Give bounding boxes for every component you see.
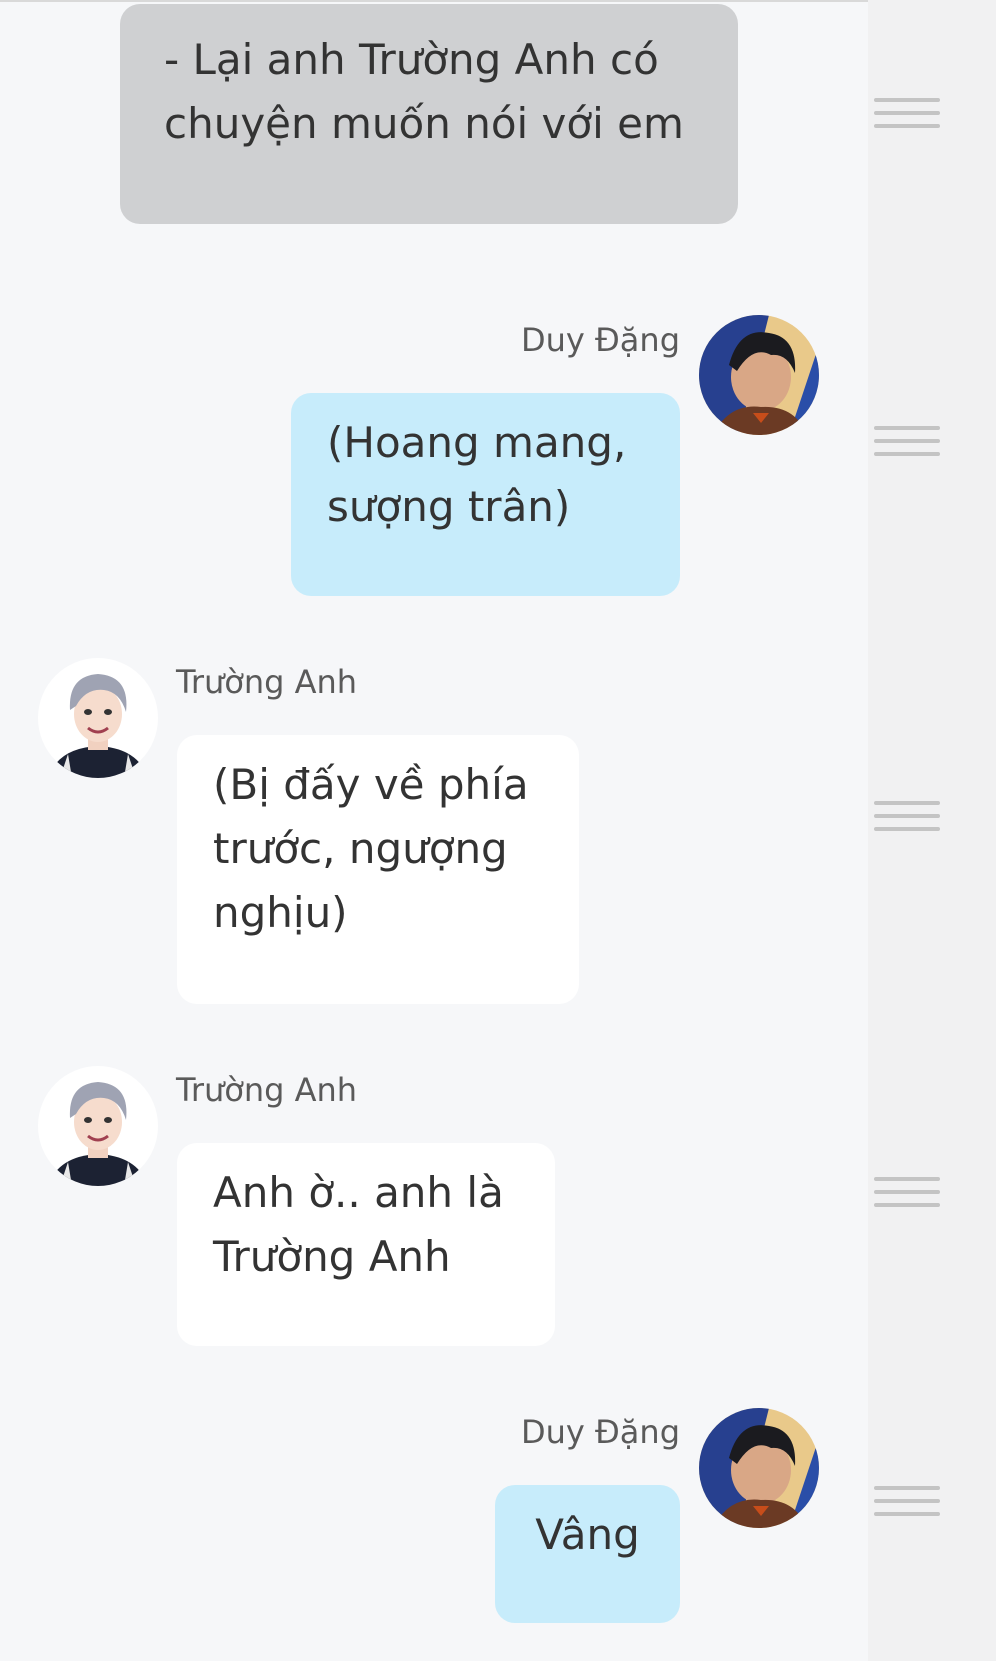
top-divider [0,0,996,2]
other-message-bubble[interactable]: (Bị đấy về phía trước, ngượng nghịu) [177,735,579,1004]
other-message-bubble[interactable]: Anh ờ.. anh là Trường Anh [177,1143,555,1346]
avatar-duy-dang[interactable] [699,315,819,435]
avatar-other-image [38,658,158,778]
narration-bubble[interactable]: - Lại anh Trường Anh có chuyện muốn nói … [120,4,738,224]
avatar-other-image [38,1066,158,1186]
self-message-bubble[interactable]: Vâng [495,1485,680,1623]
sender-name: Duy Đặng [520,1413,680,1451]
drag-handle-icon[interactable] [874,801,940,835]
sender-name: Trường Anh [176,663,358,701]
sender-name: Trường Anh [176,1071,358,1109]
chat-screen: - Lại anh Trường Anh có chuyện muốn nói … [0,0,996,1661]
avatar-truong-anh[interactable] [38,658,158,778]
drag-handle-icon[interactable] [874,426,940,460]
drag-handle-icon[interactable] [874,1486,940,1520]
sender-name: Duy Đặng [520,321,680,359]
avatar-self-image [699,315,819,435]
avatar-duy-dang[interactable] [699,1408,819,1528]
avatar-self-image [699,1408,819,1528]
avatar-truong-anh[interactable] [38,1066,158,1186]
drag-handle-icon[interactable] [874,98,940,132]
drag-handle-icon[interactable] [874,1177,940,1211]
self-message-bubble[interactable]: (Hoang mang, sượng trân) [291,393,680,596]
